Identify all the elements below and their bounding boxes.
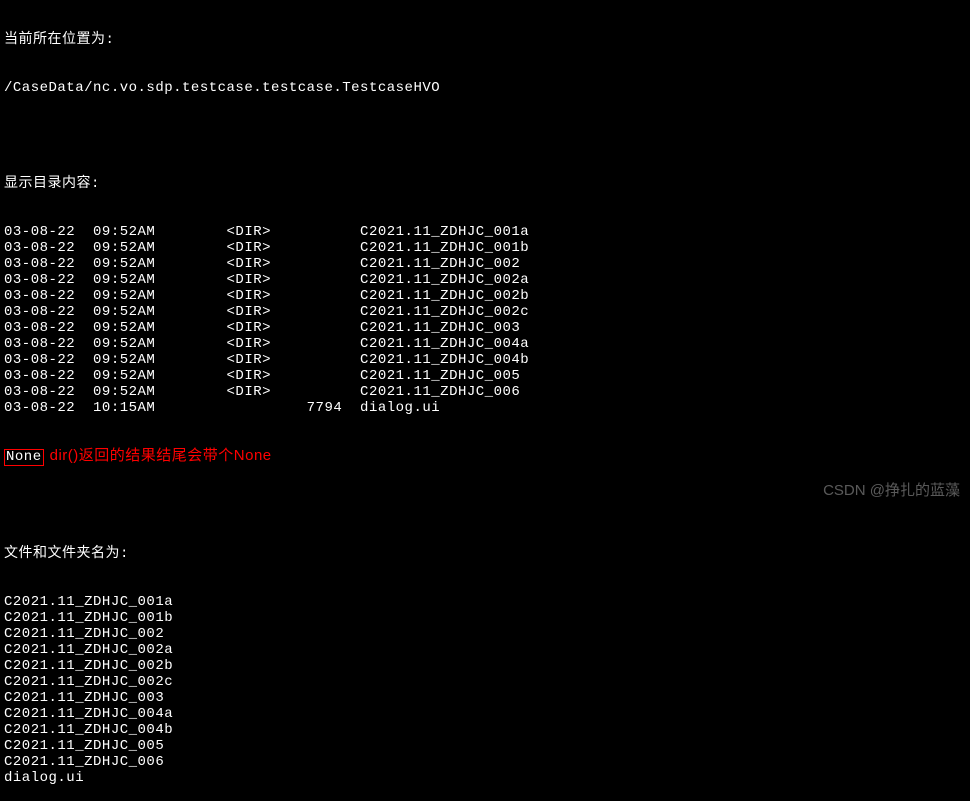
dir-row: 03-08-22 10:15AM 7794 dialog.ui bbox=[4, 400, 966, 416]
annotation-text: dir()返回的结果结尾会带个None bbox=[50, 447, 272, 464]
none-line: None dir()返回的结果结尾会带个None bbox=[4, 448, 966, 466]
dir-row: 03-08-22 09:52AM <DIR> C2021.11_ZDHJC_00… bbox=[4, 272, 966, 288]
none-value: None bbox=[4, 449, 44, 466]
blank-line bbox=[4, 128, 966, 144]
file-item: C2021.11_ZDHJC_001a bbox=[4, 594, 966, 610]
file-item: C2021.11_ZDHJC_002c bbox=[4, 674, 966, 690]
dir-title: 显示目录内容: bbox=[4, 176, 966, 192]
dir-row: 03-08-22 09:52AM <DIR> C2021.11_ZDHJC_00… bbox=[4, 384, 966, 400]
dir-rows: 03-08-22 09:52AM <DIR> C2021.11_ZDHJC_00… bbox=[4, 224, 966, 416]
file-item: C2021.11_ZDHJC_002b bbox=[4, 658, 966, 674]
dir-row: 03-08-22 09:52AM <DIR> C2021.11_ZDHJC_00… bbox=[4, 368, 966, 384]
terminal-output: 当前所在位置为: /CaseData/nc.vo.sdp.testcase.te… bbox=[0, 0, 970, 801]
file-item: C2021.11_ZDHJC_003 bbox=[4, 690, 966, 706]
file-item: C2021.11_ZDHJC_004a bbox=[4, 706, 966, 722]
dir-row: 03-08-22 09:52AM <DIR> C2021.11_ZDHJC_00… bbox=[4, 304, 966, 320]
blank-line bbox=[4, 498, 966, 514]
file-item: C2021.11_ZDHJC_002 bbox=[4, 626, 966, 642]
location-path: /CaseData/nc.vo.sdp.testcase.testcase.Te… bbox=[4, 80, 966, 96]
dir-row: 03-08-22 09:52AM <DIR> C2021.11_ZDHJC_00… bbox=[4, 256, 966, 272]
dir-row: 03-08-22 09:52AM <DIR> C2021.11_ZDHJC_00… bbox=[4, 224, 966, 240]
file-item: C2021.11_ZDHJC_004b bbox=[4, 722, 966, 738]
dir-row: 03-08-22 09:52AM <DIR> C2021.11_ZDHJC_00… bbox=[4, 352, 966, 368]
file-item: C2021.11_ZDHJC_006 bbox=[4, 754, 966, 770]
dir-row: 03-08-22 09:52AM <DIR> C2021.11_ZDHJC_00… bbox=[4, 336, 966, 352]
file-item: C2021.11_ZDHJC_001b bbox=[4, 610, 966, 626]
dir-row: 03-08-22 09:52AM <DIR> C2021.11_ZDHJC_00… bbox=[4, 320, 966, 336]
files-title: 文件和文件夹名为: bbox=[4, 546, 966, 562]
file-item: C2021.11_ZDHJC_005 bbox=[4, 738, 966, 754]
file-item: C2021.11_ZDHJC_002a bbox=[4, 642, 966, 658]
location-label: 当前所在位置为: bbox=[4, 32, 966, 48]
file-list: C2021.11_ZDHJC_001aC2021.11_ZDHJC_001bC2… bbox=[4, 594, 966, 786]
dir-row: 03-08-22 09:52AM <DIR> C2021.11_ZDHJC_00… bbox=[4, 240, 966, 256]
file-item: dialog.ui bbox=[4, 770, 966, 786]
dir-row: 03-08-22 09:52AM <DIR> C2021.11_ZDHJC_00… bbox=[4, 288, 966, 304]
